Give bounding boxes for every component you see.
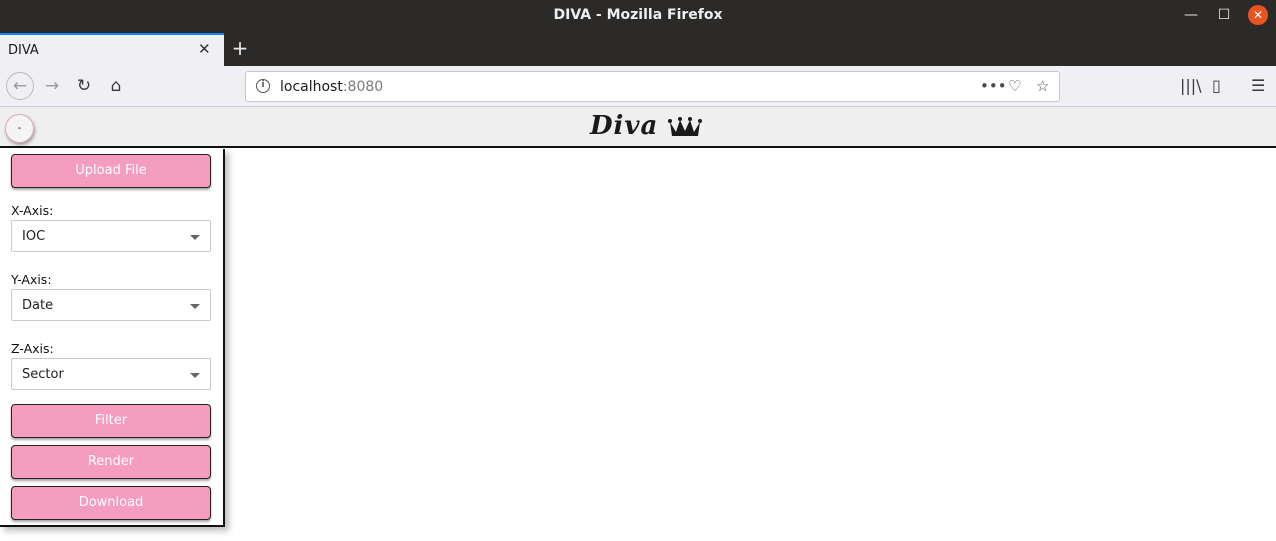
bookmark-star-icon[interactable]: ☆ — [1036, 77, 1049, 95]
maximize-icon[interactable]: ☐ — [1214, 5, 1234, 25]
render-button[interactable]: Render — [11, 445, 211, 479]
nav-bar: ← → ↻ ⌂ i localhost:8080 ••• ♡ ☆ |||\ ▯ … — [0, 66, 1276, 107]
new-tab-button[interactable]: + — [230, 35, 250, 61]
info-icon[interactable]: i — [256, 79, 270, 93]
chevron-down-icon — [190, 373, 200, 378]
y-axis-value: Date — [22, 298, 54, 313]
tab-label: DIVA — [8, 43, 39, 58]
url-bar[interactable]: i localhost:8080 ••• ♡ ☆ — [245, 71, 1060, 102]
back-icon[interactable]: ← — [6, 72, 34, 100]
y-axis-label: Y-Axis: — [11, 272, 52, 287]
chevron-down-icon — [190, 235, 200, 240]
url-port: :8080 — [342, 79, 384, 95]
filter-button[interactable]: Filter — [11, 404, 211, 438]
tab-close-icon[interactable]: ✕ — [198, 40, 211, 58]
x-axis-select[interactable]: IOC — [11, 220, 211, 252]
reload-icon[interactable]: ↻ — [72, 74, 96, 98]
tab-strip: DIVA ✕ + — [0, 31, 1276, 66]
crown-icon — [668, 117, 703, 136]
panel-toggle-button[interactable]: - — [5, 114, 34, 143]
tab-diva[interactable]: DIVA ✕ — [0, 33, 224, 66]
control-panel: Upload File X-Axis: IOC Y-Axis: Date Z-A… — [0, 149, 225, 527]
hamburger-menu-icon[interactable]: ☰ — [1251, 76, 1265, 95]
render-canvas[interactable] — [227, 149, 1276, 541]
window-titlebar: DIVA - Mozilla Firefox — ☐ ✕ — [0, 0, 1276, 31]
url-text[interactable]: localhost:8080 — [280, 79, 383, 95]
page-actions-icon[interactable]: ••• — [980, 77, 1007, 95]
z-axis-value: Sector — [22, 367, 64, 382]
diva-logo: Diva — [590, 110, 703, 144]
logo-text: Diva — [590, 111, 659, 141]
pocket-icon[interactable]: ♡ — [1008, 77, 1021, 95]
app-header: - Diva — [0, 107, 1276, 148]
y-axis-select[interactable]: Date — [11, 289, 211, 321]
home-icon[interactable]: ⌂ — [104, 74, 128, 98]
window-title: DIVA - Mozilla Firefox — [553, 7, 723, 23]
forward-icon[interactable]: → — [40, 74, 64, 98]
close-window-icon[interactable]: ✕ — [1248, 5, 1268, 25]
chevron-down-icon — [190, 304, 200, 309]
z-axis-select[interactable]: Sector — [11, 358, 211, 390]
x-axis-value: IOC — [22, 229, 46, 244]
upload-file-button[interactable]: Upload File — [11, 154, 211, 188]
minimize-icon[interactable]: — — [1181, 5, 1201, 25]
sidebar-toggle-icon[interactable]: ▯ — [1212, 76, 1221, 95]
download-button[interactable]: Download — [11, 486, 211, 520]
z-axis-label: Z-Axis: — [11, 341, 54, 356]
x-axis-label: X-Axis: — [11, 203, 54, 218]
url-host: localhost — [280, 79, 343, 95]
library-icon[interactable]: |||\ — [1180, 76, 1202, 95]
